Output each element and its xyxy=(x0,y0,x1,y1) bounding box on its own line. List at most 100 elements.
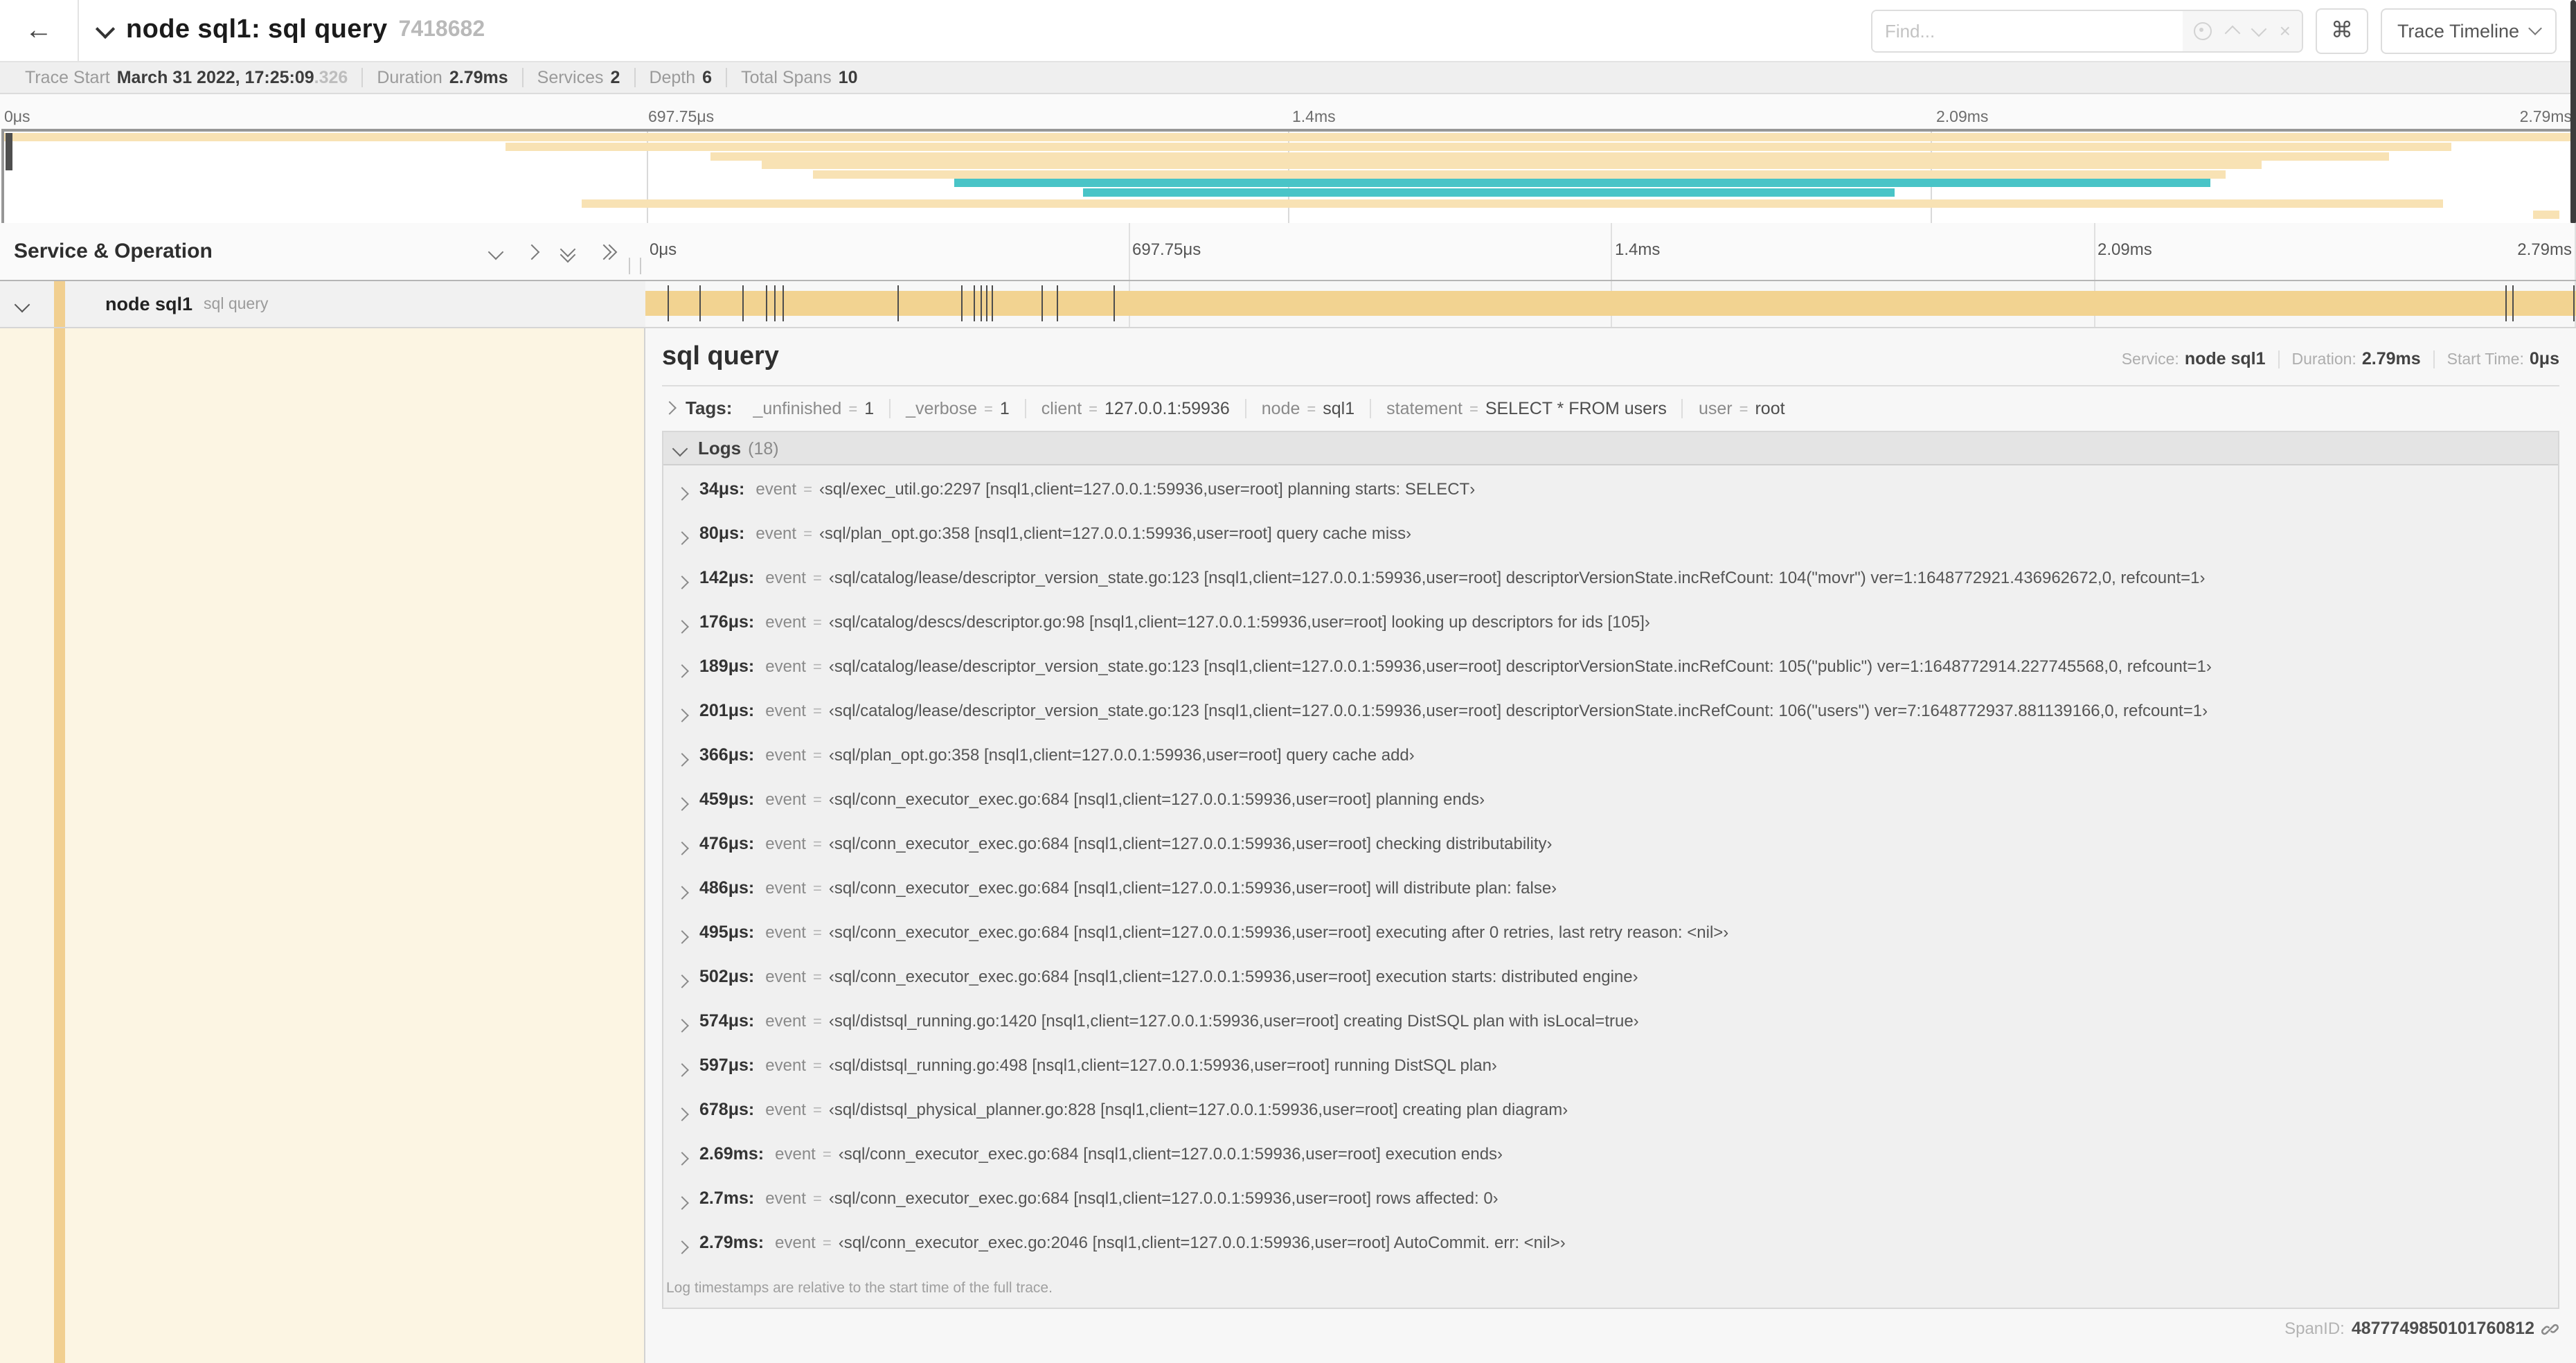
log-event-value: ‹sql/exec_util.go:2297 [nsql1,client=127… xyxy=(819,479,1476,499)
minimap-scrubber-handle[interactable] xyxy=(6,133,12,170)
chevron-right-icon xyxy=(675,486,689,500)
log-field-name: event xyxy=(775,1233,816,1252)
log-entry-row[interactable]: 2.79ms: event = ‹sql/conn_executor_exec.… xyxy=(674,1233,2547,1260)
timeline-tick-label: 2.09ms xyxy=(2098,240,2152,259)
log-entry-row[interactable]: 495μs: event = ‹sql/conn_executor_exec.g… xyxy=(674,923,2547,950)
log-entry-row[interactable]: 176μs: event = ‹sql/catalog/descs/descri… xyxy=(674,612,2547,640)
command-icon: ⌘ xyxy=(2330,19,2353,43)
log-entry-row[interactable]: 2.7ms: event = ‹sql/conn_executor_exec.g… xyxy=(674,1188,2547,1216)
log-marker[interactable] xyxy=(782,285,785,321)
log-marker[interactable] xyxy=(2573,285,2575,321)
find-next-icon[interactable] xyxy=(2251,21,2266,37)
log-entry-row[interactable]: 2.69ms: event = ‹sql/conn_executor_exec.… xyxy=(674,1144,2547,1172)
log-entry-row[interactable]: 189μs: event = ‹sql/catalog/lease/descri… xyxy=(674,657,2547,684)
log-entry-row[interactable]: 678μs: event = ‹sql/distsql_physical_pla… xyxy=(674,1100,2547,1128)
log-marker[interactable] xyxy=(774,285,776,321)
chevron-down-icon xyxy=(672,440,688,456)
column-resize-grip[interactable] xyxy=(629,258,641,274)
log-marker[interactable] xyxy=(986,285,988,321)
span-duration-bar[interactable] xyxy=(645,291,2576,316)
span-id-label: SpanID: xyxy=(2284,1319,2345,1338)
minimap-span-bar xyxy=(761,161,2262,170)
view-selector-button[interactable]: Trace Timeline xyxy=(2380,8,2557,53)
chevron-right-icon xyxy=(675,1107,689,1121)
service-value: node sql1 xyxy=(2184,349,2266,368)
meta-divider xyxy=(2433,350,2435,368)
log-timestamp: 2.69ms: xyxy=(699,1144,764,1164)
logs-count: (18) xyxy=(748,438,779,458)
log-entry-row[interactable]: 34μs: event = ‹sql/exec_util.go:2297 [ns… xyxy=(674,479,2547,507)
chevron-right-icon xyxy=(675,619,689,633)
equals-sign: = xyxy=(812,1191,822,1208)
log-entry-row[interactable]: 366μs: event = ‹sql/plan_opt.go:358 [nsq… xyxy=(674,745,2547,773)
log-entry-row[interactable]: 597μs: event = ‹sql/distsql_running.go:4… xyxy=(674,1055,2547,1083)
log-marker[interactable] xyxy=(699,285,701,321)
log-marker[interactable] xyxy=(991,285,993,321)
deep-link-icon[interactable] xyxy=(2541,1319,2559,1337)
log-entry-row[interactable]: 476μs: event = ‹sql/conn_executor_exec.g… xyxy=(674,834,2547,862)
log-entry-row[interactable]: 574μs: event = ‹sql/distsql_running.go:1… xyxy=(674,1011,2547,1039)
log-marker[interactable] xyxy=(742,285,744,321)
log-field-name: event xyxy=(765,745,806,765)
collapse-one-icon[interactable] xyxy=(488,243,504,260)
back-button[interactable]: ← xyxy=(0,0,79,61)
log-entry-row[interactable]: 80μs: event = ‹sql/plan_opt.go:358 [nsql… xyxy=(674,524,2547,551)
span-detail-meta: Service: node sql1 Duration: 2.79ms Star… xyxy=(2122,349,2559,368)
log-marker[interactable] xyxy=(1113,285,1115,321)
log-entry-row[interactable]: 502μs: event = ‹sql/conn_executor_exec.g… xyxy=(674,967,2547,995)
span-detail-region: sql query Service: node sql1 Duration: 2… xyxy=(0,328,2576,1363)
log-entry-row[interactable]: 486μs: event = ‹sql/conn_executor_exec.g… xyxy=(674,878,2547,906)
log-entry-row[interactable]: 459μs: event = ‹sql/conn_executor_exec.g… xyxy=(674,790,2547,817)
minimap-span-bar xyxy=(582,199,2444,208)
log-marker[interactable] xyxy=(1057,285,1059,321)
log-marker[interactable] xyxy=(980,285,982,321)
log-marker[interactable] xyxy=(2505,285,2507,321)
log-entry-row[interactable]: 142μs: event = ‹sql/catalog/lease/descri… xyxy=(674,568,2547,596)
span-row-name-cell[interactable]: node sql1 sql query xyxy=(0,281,645,327)
minimap-tick-label: 1.4ms xyxy=(1292,109,1336,126)
log-timestamp: 80μs: xyxy=(699,524,745,543)
log-event-value: ‹sql/distsql_physical_planner.go:828 [ns… xyxy=(828,1100,1568,1119)
expand-all-icon[interactable] xyxy=(596,243,618,260)
find-box: × xyxy=(1870,9,2303,52)
log-marker[interactable] xyxy=(973,285,975,321)
span-collapse-chevron-icon[interactable] xyxy=(14,296,30,312)
log-marker[interactable] xyxy=(961,285,963,321)
find-prev-icon[interactable] xyxy=(2224,24,2240,41)
log-marker[interactable] xyxy=(668,285,669,321)
equals-sign: = xyxy=(803,482,812,499)
tag-value: 1 xyxy=(999,398,1010,418)
log-marker[interactable] xyxy=(765,285,767,321)
log-marker[interactable] xyxy=(1041,285,1043,321)
find-clear-icon[interactable]: × xyxy=(2280,21,2291,40)
collapse-all-icon[interactable] xyxy=(560,240,576,262)
chevron-right-icon xyxy=(675,974,689,988)
span-detail-title: sql query xyxy=(662,342,779,371)
expand-one-icon[interactable] xyxy=(524,243,540,260)
span-id-row: SpanID: 4877749850101760812 xyxy=(662,1319,2559,1338)
equals-sign: = xyxy=(984,401,993,418)
vertical-scrollbar-thumb[interactable] xyxy=(2570,0,2576,224)
summary-value: 6 xyxy=(702,68,713,87)
find-input[interactable] xyxy=(1872,10,2183,51)
tags-row[interactable]: Tags: _unfinished = 1 _verbose = 1 clien… xyxy=(662,398,2559,418)
service-operation-header: Service & Operation xyxy=(0,223,645,280)
log-field-name: event xyxy=(765,657,806,676)
trace-minimap[interactable] xyxy=(1,129,2575,226)
span-row[interactable]: node sql1 sql query xyxy=(0,281,2576,328)
span-row-timeline-cell[interactable] xyxy=(645,281,2576,327)
tag-value: SELECT * FROM users xyxy=(1485,398,1667,418)
summary-value: 2 xyxy=(610,68,620,87)
locate-icon[interactable] xyxy=(2193,21,2212,39)
log-marker[interactable] xyxy=(897,285,899,321)
tag-key: client xyxy=(1041,398,1082,418)
keyboard-shortcuts-button[interactable]: ⌘ xyxy=(2315,8,2368,53)
log-event-value: ‹sql/catalog/lease/descriptor_version_st… xyxy=(828,701,2208,720)
logs-header[interactable]: Logs (18) xyxy=(663,432,2558,465)
timeline-grid-header: Service & Operation 0μs 697.75μs 1.4ms 2.09… xyxy=(0,223,2576,281)
start-time-label: Start Time: xyxy=(2447,352,2524,368)
log-entry-row[interactable]: 201μs: event = ‹sql/catalog/lease/descri… xyxy=(674,701,2547,729)
log-marker[interactable] xyxy=(2512,285,2514,321)
collapse-trace-chevron-icon[interactable] xyxy=(95,18,116,39)
equals-sign: = xyxy=(812,792,822,809)
